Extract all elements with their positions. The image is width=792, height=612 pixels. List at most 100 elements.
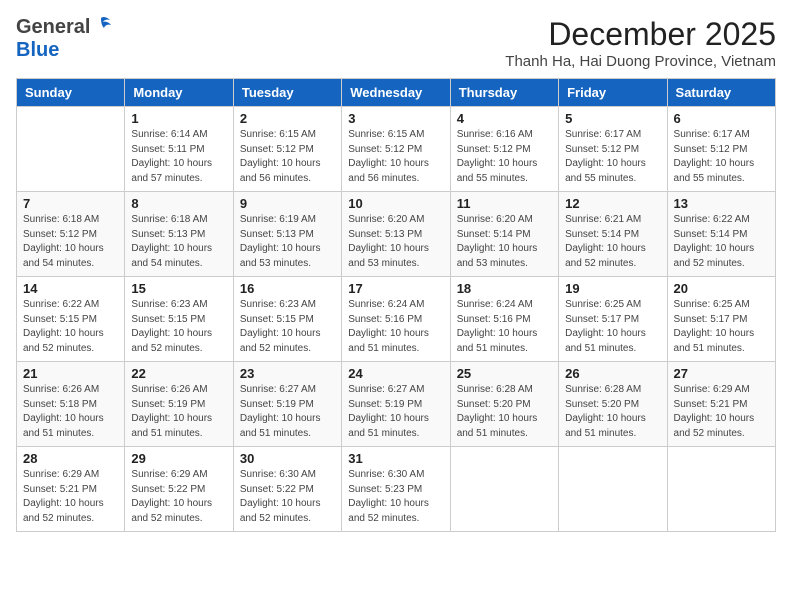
calendar-table: SundayMondayTuesdayWednesdayThursdayFrid… <box>16 78 776 532</box>
calendar-day-cell: 12 Sunrise: 6:21 AMSunset: 5:14 PMDayligh… <box>559 192 667 277</box>
calendar-day-cell <box>450 447 558 532</box>
day-number: 6 <box>674 111 769 126</box>
day-number: 19 <box>565 281 660 296</box>
logo-general-text: General <box>16 16 90 39</box>
day-number: 30 <box>240 451 335 466</box>
day-number: 3 <box>348 111 443 126</box>
day-info: Sunrise: 6:19 AMSunset: 5:13 PMDaylight:… <box>240 213 335 271</box>
day-info: Sunrise: 6:25 AMSunset: 5:17 PMDaylight:… <box>674 298 769 356</box>
day-number: 16 <box>240 281 335 296</box>
calendar-day-cell: 25 Sunrise: 6:28 AMSunset: 5:20 PMDayligh… <box>450 362 558 447</box>
day-info: Sunrise: 6:20 AMSunset: 5:14 PMDaylight:… <box>457 213 552 271</box>
calendar-day-cell: 31Sunrise: 6:30 AMSunset: 5:23 PMDayligh… <box>342 447 450 532</box>
day-number: 12 <box>565 196 660 211</box>
day-number: 15 <box>131 281 226 296</box>
day-of-week-header: Monday <box>125 79 233 107</box>
day-number: 11 <box>457 196 552 211</box>
day-number: 14 <box>23 281 118 296</box>
day-of-week-header: Thursday <box>450 79 558 107</box>
calendar-week-row: 21Sunrise: 6:26 AMSunset: 5:18 PMDayligh… <box>17 362 776 447</box>
calendar-day-cell: 15 Sunrise: 6:23 AMSunset: 5:15 PMDayligh… <box>125 277 233 362</box>
day-number: 31 <box>348 451 443 466</box>
calendar-week-row: 1Sunrise: 6:14 AMSunset: 5:11 PMDaylight… <box>17 107 776 192</box>
logo-blue-text: Blue <box>16 39 59 61</box>
day-info: Sunrise: 6:27 AMSunset: 5:19 PMDaylight:… <box>240 383 335 441</box>
calendar-day-cell: 3 Sunrise: 6:15 AMSunset: 5:12 PMDaylight… <box>342 107 450 192</box>
day-info: Sunrise: 6:18 AMSunset: 5:13 PMDaylight:… <box>131 213 226 271</box>
day-info: Sunrise: 6:18 AMSunset: 5:12 PMDaylight:… <box>23 213 118 271</box>
day-info: Sunrise: 6:28 AMSunset: 5:20 PMDaylight:… <box>457 383 552 441</box>
calendar-day-cell: 9 Sunrise: 6:19 AMSunset: 5:13 PMDaylight… <box>233 192 341 277</box>
day-info: Sunrise: 6:17 AMSunset: 5:12 PMDaylight:… <box>674 128 769 186</box>
day-number: 26 <box>565 366 660 381</box>
day-number: 23 <box>240 366 335 381</box>
day-info: Sunrise: 6:21 AMSunset: 5:14 PMDaylight:… <box>565 213 660 271</box>
day-of-week-header: Tuesday <box>233 79 341 107</box>
day-number: 27 <box>674 366 769 381</box>
day-number: 5 <box>565 111 660 126</box>
calendar-day-cell: 30 Sunrise: 6:30 AMSunset: 5:22 PMDayligh… <box>233 447 341 532</box>
page-header: General Blue December 2025 Thanh Ha, Hai… <box>16 16 776 70</box>
calendar-day-cell: 1Sunrise: 6:14 AMSunset: 5:11 PMDaylight… <box>125 107 233 192</box>
day-number: 25 <box>457 366 552 381</box>
calendar-day-cell: 28 Sunrise: 6:29 AMSunset: 5:21 PMDayligh… <box>17 447 125 532</box>
calendar-header-row: SundayMondayTuesdayWednesdayThursdayFrid… <box>17 79 776 107</box>
calendar-day-cell: 6 Sunrise: 6:17 AMSunset: 5:12 PMDaylight… <box>667 107 775 192</box>
calendar-day-cell: 16 Sunrise: 6:23 AMSunset: 5:15 PMDayligh… <box>233 277 341 362</box>
calendar-day-cell: 4 Sunrise: 6:16 AMSunset: 5:12 PMDaylight… <box>450 107 558 192</box>
calendar-day-cell: 21Sunrise: 6:26 AMSunset: 5:18 PMDayligh… <box>17 362 125 447</box>
day-info: Sunrise: 6:23 AMSunset: 5:15 PMDaylight:… <box>240 298 335 356</box>
title-area: December 2025 Thanh Ha, Hai Duong Provin… <box>505 16 776 70</box>
day-number: 29 <box>131 451 226 466</box>
calendar-day-cell: 8Sunrise: 6:18 AMSunset: 5:13 PMDaylight… <box>125 192 233 277</box>
logo: General Blue <box>16 16 112 62</box>
day-info: Sunrise: 6:15 AMSunset: 5:12 PMDaylight:… <box>348 128 443 186</box>
day-number: 20 <box>674 281 769 296</box>
day-of-week-header: Saturday <box>667 79 775 107</box>
calendar-day-cell <box>667 447 775 532</box>
calendar-day-cell: 27Sunrise: 6:29 AMSunset: 5:21 PMDayligh… <box>667 362 775 447</box>
calendar-day-cell: 10 Sunrise: 6:20 AMSunset: 5:13 PMDayligh… <box>342 192 450 277</box>
day-number: 21 <box>23 366 118 381</box>
calendar-day-cell <box>559 447 667 532</box>
calendar-day-cell: 24Sunrise: 6:27 AMSunset: 5:19 PMDayligh… <box>342 362 450 447</box>
month-title: December 2025 <box>505 16 776 53</box>
logo-bird-icon <box>90 15 112 37</box>
day-of-week-header: Friday <box>559 79 667 107</box>
day-info: Sunrise: 6:16 AMSunset: 5:12 PMDaylight:… <box>457 128 552 186</box>
day-info: Sunrise: 6:27 AMSunset: 5:19 PMDaylight:… <box>348 383 443 441</box>
calendar-day-cell: 13Sunrise: 6:22 AMSunset: 5:14 PMDayligh… <box>667 192 775 277</box>
day-number: 7 <box>23 196 118 211</box>
day-number: 13 <box>674 196 769 211</box>
day-info: Sunrise: 6:30 AMSunset: 5:22 PMDaylight:… <box>240 468 335 526</box>
calendar-day-cell: 19 Sunrise: 6:25 AMSunset: 5:17 PMDayligh… <box>559 277 667 362</box>
calendar-day-cell: 23 Sunrise: 6:27 AMSunset: 5:19 PMDayligh… <box>233 362 341 447</box>
day-number: 22 <box>131 366 226 381</box>
day-info: Sunrise: 6:29 AMSunset: 5:22 PMDaylight:… <box>131 468 226 526</box>
day-number: 4 <box>457 111 552 126</box>
calendar-day-cell: 5Sunrise: 6:17 AMSunset: 5:12 PMDaylight… <box>559 107 667 192</box>
calendar-day-cell: 11 Sunrise: 6:20 AMSunset: 5:14 PMDayligh… <box>450 192 558 277</box>
calendar-day-cell: 22 Sunrise: 6:26 AMSunset: 5:19 PMDayligh… <box>125 362 233 447</box>
calendar-day-cell: 26Sunrise: 6:28 AMSunset: 5:20 PMDayligh… <box>559 362 667 447</box>
calendar-day-cell: 14 Sunrise: 6:22 AMSunset: 5:15 PMDayligh… <box>17 277 125 362</box>
day-info: Sunrise: 6:29 AMSunset: 5:21 PMDaylight:… <box>23 468 118 526</box>
day-number: 18 <box>457 281 552 296</box>
calendar-day-cell: 2 Sunrise: 6:15 AMSunset: 5:12 PMDaylight… <box>233 107 341 192</box>
day-info: Sunrise: 6:22 AMSunset: 5:15 PMDaylight:… <box>23 298 118 356</box>
location-subtitle: Thanh Ha, Hai Duong Province, Vietnam <box>505 53 776 70</box>
day-info: Sunrise: 6:15 AMSunset: 5:12 PMDaylight:… <box>240 128 335 186</box>
calendar-week-row: 7 Sunrise: 6:18 AMSunset: 5:12 PMDaylight… <box>17 192 776 277</box>
day-info: Sunrise: 6:25 AMSunset: 5:17 PMDaylight:… <box>565 298 660 356</box>
day-number: 9 <box>240 196 335 211</box>
day-info: Sunrise: 6:23 AMSunset: 5:15 PMDaylight:… <box>131 298 226 356</box>
day-number: 10 <box>348 196 443 211</box>
day-number: 2 <box>240 111 335 126</box>
day-number: 17 <box>348 281 443 296</box>
day-info: Sunrise: 6:20 AMSunset: 5:13 PMDaylight:… <box>348 213 443 271</box>
calendar-day-cell: 18Sunrise: 6:24 AMSunset: 5:16 PMDayligh… <box>450 277 558 362</box>
day-number: 1 <box>131 111 226 126</box>
day-number: 28 <box>23 451 118 466</box>
day-info: Sunrise: 6:26 AMSunset: 5:19 PMDaylight:… <box>131 383 226 441</box>
day-of-week-header: Wednesday <box>342 79 450 107</box>
